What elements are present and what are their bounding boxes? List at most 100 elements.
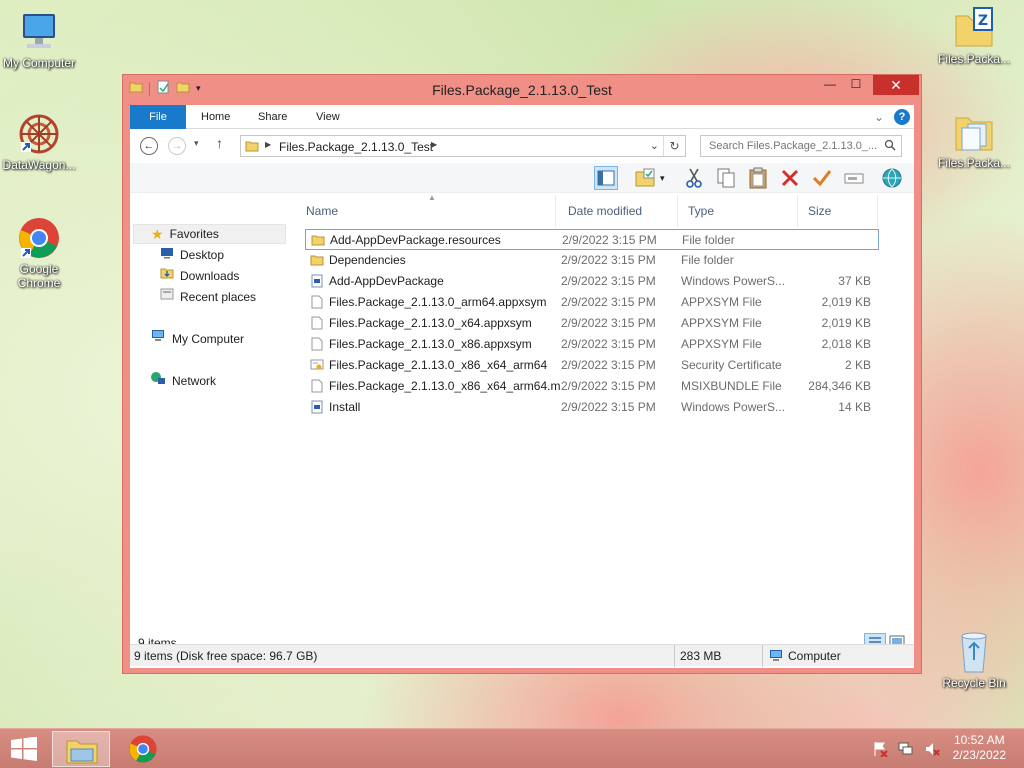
paste-icon[interactable] [746,166,770,190]
file-row[interactable]: Dependencies 2/9/2022 3:15 PM File folder [305,250,879,271]
desktop-icon-files-package-zip[interactable]: Z Files.Packa... [932,6,1016,66]
file-row[interactable]: Files.Package_2.1.13.0_x86_x64_arm64 2/9/… [305,355,879,376]
status-divider [674,645,675,667]
recent-places-icon [160,287,174,307]
breadcrumb-path[interactable]: Files.Package_2.1.13.0_Test [279,140,433,154]
computer-icon [150,329,166,349]
back-button[interactable]: ← [140,137,158,155]
expand-ribbon-icon[interactable]: ⌄ [874,110,884,124]
breadcrumb-chevron-icon[interactable]: ▶ [431,140,437,149]
certificate-icon [310,358,324,372]
tab-view[interactable]: View [316,105,340,129]
search-input[interactable] [700,135,902,157]
desktop-icon-google-chrome[interactable]: Google Chrome [0,216,81,290]
file-row[interactable]: Files.Package_2.1.13.0_x86.appxsym 2/9/20… [305,334,879,355]
ribbon-tabs: File Home Share View ⌄ ? [130,105,914,129]
computer-icon [768,649,784,666]
delete-icon[interactable] [778,166,802,190]
file-row[interactable]: Add-AppDevPackage.resources 2/9/2022 3:15… [305,229,879,250]
file-name: Files.Package_2.1.13.0_x86.appxsym [329,337,532,351]
file-name: Install [329,400,361,414]
nav-item-my-computer[interactable]: My Computer [150,329,244,349]
search-icon[interactable] [884,139,896,154]
maximize-button[interactable]: ☐ [843,75,869,95]
minimize-button[interactable]: — [817,75,843,95]
desktop-icon-label: Files.Packa... [937,52,1011,66]
file-type: File folder [682,233,735,247]
status-size: 283 MB [680,649,722,663]
file-row[interactable]: Add-AppDevPackage 2/9/2022 3:15 PM Windows… [305,271,879,292]
file-type: File folder [681,253,734,267]
taskbar-google-chrome[interactable] [114,731,172,767]
zip-folder-icon: Z [952,6,996,50]
file-type: APPXSYM File [681,295,762,309]
file-icon [310,295,324,309]
nav-item-network[interactable]: Network [150,371,216,391]
refresh-icon[interactable]: ↻ [663,136,685,156]
file-row[interactable]: Files.Package_2.1.13.0_arm64.appxsym 2/9/… [305,292,879,313]
file-date: 2/9/2022 3:15 PM [562,233,657,247]
clock[interactable]: 10:52 AM 2/23/2022 [953,733,1006,763]
column-header-name[interactable]: Name [298,195,556,227]
clock-date: 2/23/2022 [952,748,1006,762]
folder-options-button[interactable] [634,166,658,190]
svg-text:Z: Z [978,13,988,29]
nav-label: Desktop [180,248,225,262]
chrome-icon [128,734,158,767]
file-row[interactable]: Install 2/9/2022 3:15 PM Windows PowerS...… [305,397,879,418]
desktop-icon-files-package-folder[interactable]: Files.Packa... [932,110,1016,170]
column-header-date[interactable]: Date modified [560,195,678,227]
nav-item-desktop[interactable]: Desktop [160,245,224,265]
recent-locations-icon[interactable]: ▾ [194,138,199,149]
up-button[interactable]: ↑ [216,135,223,151]
file-size: 2 KB [844,358,871,372]
downloads-icon [160,266,174,286]
computer-icon [17,10,61,54]
file-size: 37 KB [838,274,871,288]
breadcrumb-chevron-icon[interactable]: ▶ [265,140,271,149]
file-name: Dependencies [329,253,406,267]
column-header-size[interactable]: Size [800,195,878,227]
title-bar[interactable]: ▾ Files.Package_2.1.13.0_Test — ☐ ✕ [123,75,921,105]
file-date: 2/9/2022 3:15 PM [561,337,656,351]
help-icon[interactable]: ? [894,109,910,125]
rename-icon[interactable] [842,166,866,190]
star-icon: ★ [151,226,164,242]
status-bar: 9 items (Disk free space: 96.7 GB) 283 M… [130,644,914,667]
file-size: 2,018 KB [821,337,871,351]
close-button[interactable]: ✕ [873,75,919,95]
desktop-icon-label: Recycle Bin [942,676,1006,690]
forward-button[interactable]: → [168,137,186,155]
desktop-icon-my-computer[interactable]: My Computer [0,10,81,70]
navigation-pane: ★ Favorites Desktop Downloads Recent pla… [130,223,290,631]
checkmark-icon[interactable] [810,166,834,190]
start-button[interactable] [10,736,38,764]
desktop-icon-recycle-bin[interactable]: Recycle Bin [932,630,1016,690]
address-row: ← → ▾ ↑ ▶ Files.Package_2.1.13.0_Test ▶ … [130,129,914,163]
nav-item-downloads[interactable]: Downloads [160,266,239,286]
volume-muted-icon[interactable] [924,741,940,760]
tab-home[interactable]: Home [201,105,230,129]
address-bar[interactable]: ▶ Files.Package_2.1.13.0_Test ▶ ⌄ ↻ [240,135,686,157]
preview-pane-button[interactable] [594,166,618,190]
file-type: Security Certificate [681,358,782,372]
nav-item-recent-places[interactable]: Recent places [160,287,256,307]
folder-options-dropdown-icon[interactable]: ▾ [660,166,684,190]
network-status-icon[interactable] [898,741,914,760]
action-center-flag-icon[interactable] [872,741,888,760]
desktop-icon-datawagon[interactable]: DataWagon... [0,112,81,172]
tab-file[interactable]: File [130,105,186,129]
nav-item-favorites[interactable]: ★ Favorites [133,224,286,244]
file-row[interactable]: Files.Package_2.1.13.0_x64.appxsym 2/9/20… [305,313,879,334]
file-row[interactable]: Files.Package_2.1.13.0_x86_x64_arm64.ms.… [305,376,879,397]
copy-icon[interactable] [714,166,738,190]
file-date: 2/9/2022 3:15 PM [561,358,656,372]
taskbar-file-explorer[interactable] [52,731,110,767]
address-dropdown-icon[interactable]: ⌄ [650,139,659,152]
script-icon [310,400,324,414]
clock-time: 10:52 AM [953,733,1005,747]
cut-icon[interactable] [682,166,706,190]
globe-icon[interactable] [880,166,904,190]
column-header-type[interactable]: Type [680,195,798,227]
tab-share[interactable]: Share [258,105,287,129]
